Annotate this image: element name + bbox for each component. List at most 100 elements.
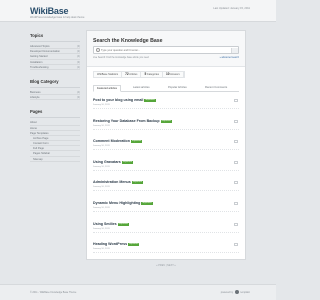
sidebar-item-label: Developer Documentation [30,50,60,54]
sidebar-item-label: Lifestyle [30,96,40,100]
footer: © 2011 - WikiBase Knowledge Base Theme p… [0,284,276,300]
comment-icon[interactable] [234,202,238,205]
status-badge: Important [121,160,134,164]
stat-label: Answers [170,73,180,76]
stat-label: Articles [129,73,138,76]
sidebar-item-label: Installation [30,60,43,64]
search-title: Search the Knowledge Base [93,38,163,44]
article-title[interactable]: Restoring Your Database From Backup Impor… [93,119,172,123]
search-section: Search the Knowledge Base Live Search: F… [87,31,245,67]
list-item: Restoring Your Database From Backup Impor… [93,118,239,130]
sidebar-divider [30,117,80,119]
article-title-text: Restoring Your Database From Backup [93,118,160,123]
article-title[interactable]: Heading WordPress Important [93,242,140,247]
stat-label: Categories [146,73,160,76]
article-title-text: Using Gravatars [93,159,121,164]
powered-by[interactable]: powered by templatic [221,290,250,294]
sidebar-item-label: Full Page [33,147,44,151]
article-meta: January 10, 2011 [93,104,110,106]
sidebar-section-title: Topics [30,33,44,38]
status-badge: Important [130,140,143,144]
stats-bar: WikiBase Statistics 72 Articles 5 Categori… [93,71,185,78]
last-updated: Last Updated: January 15, 2011 [213,7,250,10]
sidebar-divider [30,86,80,88]
search-icon [95,48,100,53]
stat-item: WikiBase Statistics [94,72,123,77]
copyright: © 2011 - WikiBase Knowledge Base Theme [30,291,77,294]
list-item: Post to your blog using email Important Ja… [93,97,239,109]
list-item: Using Smilies Important January 10, 2011 [93,221,239,233]
tab-featured-articles[interactable]: Featured articles [93,85,122,92]
sidebar-item-label: Getting Started [30,55,48,59]
article-title-text: Using Smilies [93,221,117,226]
article-meta: January 10, 2011 [93,207,110,209]
article-title[interactable]: Dynamic Menu Highlighting Important [93,201,153,205]
sidebar-item-label: Advanced Topics [30,45,50,48]
search-button[interactable] [230,47,238,53]
sidebar-item-page[interactable]: Sitemap [30,157,80,162]
site-logo[interactable]: WikiBase [30,6,69,16]
stat-item: 10 Answers [163,72,184,77]
article-title[interactable]: Using Gravatars Important [93,159,134,164]
site-tagline: WordPress knowledge base & help desk the… [30,16,85,19]
list-item: Using Gravatars Important January 10, 2011 [93,159,239,171]
comment-icon[interactable] [234,140,238,144]
list-item: Comment Moderation Important January 10, 2… [93,138,239,151]
comment-icon[interactable] [234,243,238,247]
article-title-text: Administration Menus [93,180,131,185]
status-badge: Important [144,99,156,102]
article-tabs: Featured articles Latest articles Popular … [93,85,239,92]
tab-popular-articles[interactable]: Popular Articles [168,86,187,89]
article-meta: January 10, 2011 [93,124,110,127]
sidebar-item-label: About [30,121,37,125]
sidebar-item-label: Page Templates [30,131,49,135]
comment-icon[interactable] [234,181,238,185]
advanced-search-link[interactable]: » advanced search [220,57,239,59]
article-title-text: Comment Moderation [93,139,130,144]
article-meta: January 10, 2011 [93,165,110,168]
article-title[interactable]: Using Smilies Important [93,222,129,226]
stat-label: WikiBase Statistics [97,73,119,76]
sidebar-divider [30,41,80,42]
search-hint: Live Search: Find the knowledge base art… [93,57,149,59]
sidebar-item-label: Troubleshooting [30,65,49,69]
list-item: Administration Menus Important January 10,… [93,179,239,192]
article-title[interactable]: Administration Menus Important [93,180,143,185]
sidebar-section-title: Blog Category [30,78,59,84]
sidebar-item-label: Home [30,126,37,130]
article-meta: January 10, 2011 [93,145,110,148]
tab-recent-comments[interactable]: Recent Comments [205,86,227,89]
powered-brand: templatic [240,291,250,294]
comment-icon[interactable] [234,99,238,102]
list-item: Dynamic Menu Highlighting Important Januar… [93,200,239,212]
article-meta: January 10, 2011 [93,227,110,230]
article-title[interactable]: Post to your blog using email Important [93,98,156,102]
article-title-text: Dynamic Menu Highlighting [93,201,141,205]
search-bar[interactable] [93,46,239,54]
list-item: Heading WordPress Important January 10, 20… [93,241,239,254]
tab-latest-articles[interactable]: Latest articles [133,86,150,89]
sidebar-item-label: Pages Sidebar [33,152,51,156]
article-title-text: Post to your blog using email [93,98,144,102]
sidebar-item-label: Business [30,90,41,94]
sidebar-item-label: Contact Form [33,142,49,146]
main-panel: Search the Knowledge Base Live Search: F… [86,30,246,267]
status-badge: Important [117,222,129,226]
article-meta: January 10, 2011 [93,248,110,251]
status-badge: Important [128,243,140,247]
status-badge: Important [131,181,143,185]
sidebar-item-label: Archive Page [33,136,49,140]
status-badge: Important [160,119,172,123]
article-meta: January 10, 2011 [93,186,110,189]
sidebar-item-label: Sitemap [33,157,43,161]
comment-icon[interactable] [234,222,238,226]
article-title-text: Heading WordPress [93,242,128,247]
comment-icon[interactable] [234,119,238,123]
article-title[interactable]: Comment Moderation Important [93,139,143,144]
status-badge: Important [141,202,153,205]
search-input[interactable] [101,48,229,53]
top-bar: WikiBase WordPress knowledge base & help… [0,0,276,22]
pagination[interactable]: « PREV | NEXT » [87,264,245,267]
sidebar: Topics Advanced Topics (3) Developer Docume… [30,33,80,162]
comment-icon[interactable] [234,160,238,164]
